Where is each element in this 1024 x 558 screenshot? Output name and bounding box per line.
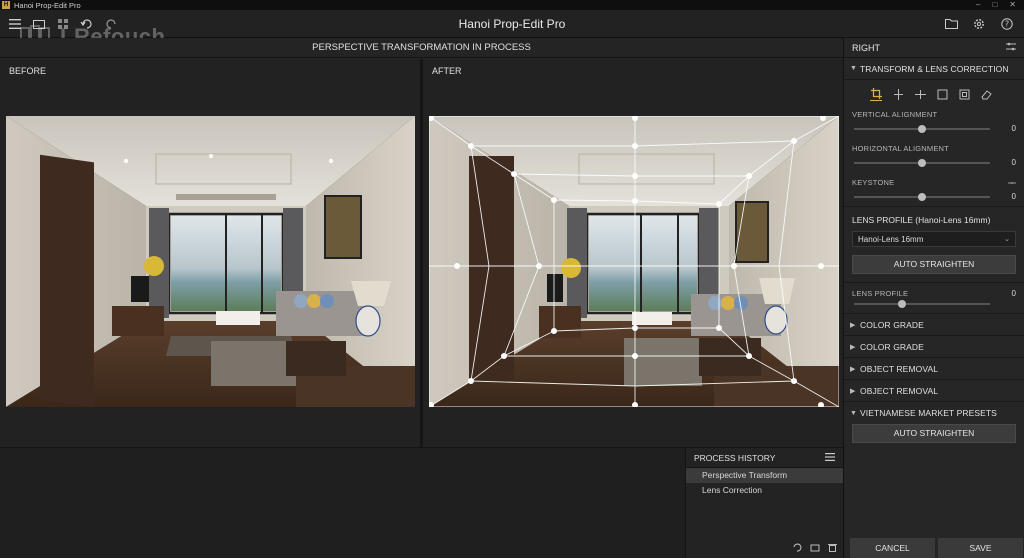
before-pane: BEFORE xyxy=(0,59,420,447)
gear-icon[interactable] xyxy=(972,17,986,31)
slider-value: 0 xyxy=(1011,124,1016,133)
lens-grid-icon[interactable] xyxy=(958,89,970,101)
perspective-tool-icon[interactable] xyxy=(936,89,948,101)
workspace: PERSPECTIVE TRANSFORMATION IN PROCESS BE… xyxy=(0,38,843,447)
chevron-down-icon: ⌄ xyxy=(1004,236,1010,243)
list-menu-icon[interactable] xyxy=(825,452,835,463)
undo-history-icon[interactable] xyxy=(792,543,802,554)
slider-label: LENS PROFILE xyxy=(852,289,909,298)
link-icon[interactable] xyxy=(1008,178,1016,188)
chevron-right-icon: ▶ xyxy=(850,343,856,351)
right-panel: RIGHT ▼ TRANSFORM & LENS CORRECTION VERT… xyxy=(843,38,1024,558)
vertical-alignment-slider[interactable]: VERTICAL ALIGNMENT 0 xyxy=(844,104,1024,138)
horizontal-guide-icon[interactable] xyxy=(914,89,926,101)
chevron-right-icon: ▶ xyxy=(850,321,856,329)
section-label: OBJECT REMOVAL xyxy=(860,363,939,374)
os-window-title: Hanoi Prop-Edit Pro xyxy=(14,0,81,10)
history-item[interactable]: Lens Correction xyxy=(686,483,843,498)
auto-straighten-button-2[interactable]: AUTO STRAIGHTEN xyxy=(852,424,1016,443)
chevron-right-icon: ▶ xyxy=(850,365,856,373)
slider-knob[interactable] xyxy=(897,300,906,308)
right-panel-title: RIGHT xyxy=(852,42,880,53)
snapshot-icon[interactable] xyxy=(810,543,820,554)
slider-label: HORIZONTAL ALIGNMENT xyxy=(852,144,949,153)
workspace-title: PERSPECTIVE TRANSFORMATION IN PROCESS xyxy=(0,38,843,58)
after-label: AFTER xyxy=(432,66,462,76)
slider-value: 0 xyxy=(1011,158,1016,167)
slider-track[interactable] xyxy=(854,193,990,201)
chevron-down-icon: ▼ xyxy=(850,409,858,417)
section-object-removal-2[interactable]: ▶ OBJECT REMOVAL xyxy=(844,380,1024,402)
section-vietnamese-presets[interactable]: ▼ VIETNAMESE MARKET PRESETS xyxy=(844,402,1024,424)
keystone-slider[interactable]: KEYSTONE 0 xyxy=(844,172,1024,206)
section-label: COLOR GRADE xyxy=(860,319,924,330)
slider-track[interactable] xyxy=(854,300,990,308)
vertical-guide-icon[interactable] xyxy=(892,89,904,101)
app-logo-icon: H xyxy=(2,1,10,9)
app-header: LRefouch Hanoi Prop-Edit Pro ? xyxy=(0,10,1024,49)
section-label: OBJECT REMOVAL xyxy=(860,385,939,396)
open-folder-icon[interactable] xyxy=(944,17,958,31)
slider-knob[interactable] xyxy=(918,159,926,167)
section-label: VIETNAMESE MARKET PRESETS xyxy=(860,408,997,418)
after-photo xyxy=(429,116,839,407)
slider-label: KEYSTONE xyxy=(852,178,895,187)
history-item[interactable]: Perspective Transform xyxy=(686,468,843,483)
lens-select-value: Hanoi-Lens 16mm xyxy=(858,234,924,244)
os-title-bar: H Hanoi Prop-Edit Pro – □ ✕ xyxy=(0,0,1024,10)
section-color-grade[interactable]: ▶ COLOR GRADE xyxy=(844,314,1024,336)
auto-straighten-button[interactable]: AUTO STRAIGHTEN xyxy=(852,255,1016,274)
maximize-icon[interactable]: □ xyxy=(992,0,997,10)
section-transform-lens[interactable]: ▼ TRANSFORM & LENS CORRECTION xyxy=(844,58,1024,80)
crop-tool-icon[interactable] xyxy=(870,88,882,101)
section-label: COLOR GRADE xyxy=(860,341,924,352)
process-history-panel: PROCESS HISTORY Perspective Transform Le… xyxy=(685,447,843,558)
filmstrip-area xyxy=(0,447,685,558)
section-color-grade-2[interactable]: ▶ COLOR GRADE xyxy=(844,336,1024,358)
slider-label: VERTICAL ALIGNMENT xyxy=(852,110,938,119)
slider-track[interactable] xyxy=(854,125,990,133)
process-history-title: PROCESS HISTORY xyxy=(694,452,776,463)
slider-track[interactable] xyxy=(854,159,990,167)
section-object-removal[interactable]: ▶ OBJECT REMOVAL xyxy=(844,358,1024,380)
before-label: BEFORE xyxy=(9,66,47,76)
cancel-button[interactable]: CANCEL xyxy=(850,538,935,558)
transform-tools xyxy=(844,80,1024,104)
close-icon[interactable]: ✕ xyxy=(1009,0,1016,10)
lens-profile-title: LENS PROFILE (Hanoi-Lens 16mm) xyxy=(852,215,991,225)
before-photo xyxy=(6,116,415,407)
eraser-icon[interactable] xyxy=(980,89,992,101)
horizontal-alignment-slider[interactable]: HORIZONTAL ALIGNMENT 0 xyxy=(844,138,1024,172)
save-button[interactable]: SAVE xyxy=(938,538,1023,558)
trash-icon[interactable] xyxy=(828,543,837,554)
sliders-settings-icon[interactable] xyxy=(1006,42,1016,53)
minimize-icon[interactable]: – xyxy=(976,0,980,10)
slider-value: 0 xyxy=(1011,192,1016,201)
chevron-down-icon: ▼ xyxy=(850,65,858,72)
slider-value: 0 xyxy=(1011,289,1016,298)
slider-knob[interactable] xyxy=(918,193,926,201)
after-pane: AFTER xyxy=(423,59,843,447)
help-icon[interactable]: ? xyxy=(1000,17,1014,31)
slider-knob[interactable] xyxy=(918,125,926,133)
lens-profile-select[interactable]: Hanoi-Lens 16mm ⌄ xyxy=(852,231,1016,247)
lens-profile-slider[interactable]: LENS PROFILE 0 xyxy=(844,283,1024,313)
svg-text:?: ? xyxy=(1005,19,1009,28)
section-transform-label: TRANSFORM & LENS CORRECTION xyxy=(860,63,1009,74)
chevron-right-icon: ▶ xyxy=(850,387,856,395)
